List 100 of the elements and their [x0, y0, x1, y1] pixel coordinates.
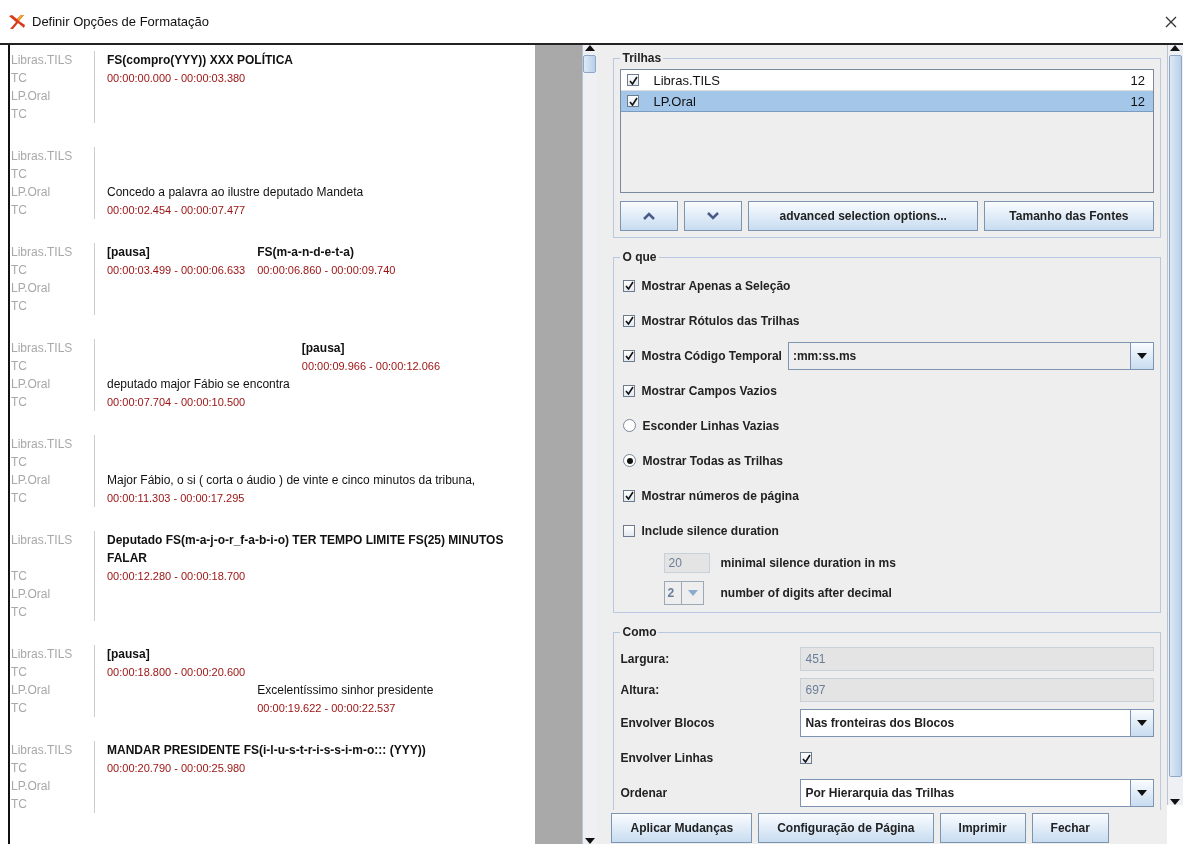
dialog-button[interactable]: Fechar — [1031, 813, 1109, 843]
tier-label: Libras.TILS — [10, 531, 95, 567]
setting-label: Largura: — [620, 651, 671, 666]
track-name: LP.Oral — [653, 93, 697, 109]
option-label: number of digits after decimal — [720, 586, 892, 600]
tier-label: LP.Oral — [10, 471, 95, 489]
annotation-text: FS(compro(YYY)) XXX POLÍTICA — [107, 51, 293, 69]
tier-label: TC — [10, 603, 95, 621]
annotation-text: MANDAR PRESIDENTE FS(i-l-u-s-t-r-i-s-s-i-m-o::: (YYY)) — [107, 742, 426, 759]
setting-label: Envolver Linhas — [620, 751, 715, 765]
tier-label: LP.Oral — [10, 279, 95, 297]
option-label: Mostrar Rótulos das Trilhas — [641, 313, 800, 328]
time-code: 00:00:20.790 - 00:00:25.980 — [107, 761, 247, 776]
tier-label: TC — [10, 759, 95, 777]
checkbox[interactable] — [800, 752, 813, 764]
dropdown[interactable]: Por Hierarquia das Trilhas — [800, 779, 1154, 807]
time-code: 00:00:18.800 - 00:00:20.600 — [107, 665, 246, 680]
time-code: 00:00:07.704 - 00:00:10.500 — [107, 395, 247, 410]
time-code: 00:00:00.000 - 00:00:03.380 — [107, 71, 247, 86]
time-code: 00:00:12.280 - 00:00:18.700 — [107, 569, 247, 584]
tier-label: TC — [10, 663, 95, 681]
section-title: O que — [621, 250, 658, 264]
scroll-down-icon — [1170, 799, 1181, 805]
scrollbar-thumb[interactable] — [1169, 55, 1182, 777]
tier-label: TC — [10, 69, 95, 87]
checkbox[interactable] — [623, 314, 636, 327]
scrollbar-thumb[interactable] — [583, 55, 597, 73]
tier-label: TC — [10, 567, 95, 585]
checkbox[interactable] — [623, 384, 636, 397]
tier-label: TC — [10, 261, 95, 279]
tier-label: Libras.TILS — [10, 339, 95, 357]
scrollbar[interactable] — [1167, 45, 1183, 805]
tier-label: LP.Oral — [10, 375, 95, 393]
option-label: Esconder Linhas Vazias — [642, 418, 780, 433]
move-up-button[interactable] — [620, 201, 679, 231]
font-size: 12 — [1130, 72, 1145, 88]
tier-label: Libras.TILS — [10, 435, 95, 453]
tier-label: Libras.TILS — [10, 243, 95, 261]
option-label: Mostrar Todas as Trilhas — [642, 453, 783, 468]
scroll-up-icon — [1170, 45, 1181, 51]
dropdown-arrow-icon — [1137, 720, 1147, 726]
time-format-dropdown[interactable]: :mm:ss.ms — [787, 341, 1154, 370]
chevron-up-icon — [643, 212, 656, 220]
dropdown-arrow-icon — [1137, 352, 1147, 359]
advanced-options-button[interactable]: advanced selection options... — [748, 201, 978, 231]
annotation-text: Excelentíssimo sinhor presidente — [257, 682, 434, 699]
tier-label: Libras.TILS — [10, 741, 95, 759]
track-row[interactable]: LP.Oral 12 — [621, 91, 1153, 112]
dialog-button[interactable]: Configuração de Página — [758, 813, 934, 843]
font-size-button[interactable]: Tamanho das Fontes — [983, 201, 1154, 231]
time-code: 00:00:09.966 - 00:00:12.066 — [301, 359, 441, 374]
move-down-button[interactable] — [684, 201, 743, 231]
radio-button[interactable] — [623, 454, 637, 467]
dropdown-arrow-icon — [688, 590, 698, 596]
tier-label: TC — [10, 795, 95, 813]
dropdown-arrow-icon — [1137, 790, 1147, 796]
annotation-text: [pausa] — [107, 244, 151, 261]
checkbox[interactable] — [627, 74, 640, 86]
annotation-text: [pausa] — [107, 646, 151, 663]
font-size: 12 — [1130, 93, 1145, 109]
annotation-text: FS(m-a-n-d-e-t-a) — [257, 244, 355, 261]
dialog-button[interactable]: Aplicar Mudanças — [611, 813, 753, 843]
dialog-button[interactable]: Imprimir — [939, 813, 1026, 843]
checkbox[interactable] — [623, 349, 636, 362]
tier-label: LP.Oral — [10, 585, 95, 603]
close-icon[interactable] — [1165, 15, 1177, 28]
checkbox[interactable] — [623, 279, 636, 292]
checkbox[interactable] — [623, 524, 636, 537]
track-row[interactable]: Libras.TILS 12 — [621, 70, 1153, 91]
tier-label: Libras.TILS — [10, 645, 95, 663]
annotation-text: Concedo a palavra ao ilustre deputado Mandeta — [107, 184, 364, 201]
checkbox[interactable] — [627, 95, 640, 107]
option-label: Mostrar Apenas a Seleção — [641, 278, 791, 293]
radio-button[interactable] — [623, 419, 637, 432]
tier-label: TC — [10, 453, 95, 471]
tier-label: TC — [10, 699, 95, 717]
tier-label: LP.Oral — [10, 183, 95, 201]
dropdown[interactable]: Nas fronteiras dos Blocos — [800, 709, 1154, 737]
tier-label: LP.Oral — [10, 777, 95, 795]
setting-label: Altura: — [620, 682, 661, 697]
setting-label: Envolver Blocos — [620, 716, 716, 730]
option-label: minimal silence duration in ms — [720, 556, 896, 570]
chevron-down-icon — [707, 212, 720, 220]
annotation-text: Deputado FS(m-a-j-o-r_f-a-b-i-o) TER TEMPO LIMITE FS(25) MINUTOS FALAR — [107, 532, 505, 567]
checkbox[interactable] — [623, 489, 636, 502]
scroll-down-icon — [585, 838, 595, 844]
time-code: 00:00:19.622 - 00:00:22.537 — [257, 701, 397, 716]
tier-label: TC — [10, 489, 95, 507]
tier-label: TC — [10, 201, 95, 219]
annotation-text: deputado major Fábio se encontra — [107, 376, 290, 393]
section-title: Trilhas — [621, 51, 663, 65]
option-label: Include silence duration — [641, 523, 779, 538]
annotation-text: [pausa] — [301, 340, 346, 357]
time-code: 00:00:06.860 - 00:00:09.740 — [257, 263, 396, 278]
tier-label: LP.Oral — [10, 87, 95, 105]
time-code: 00:00:02.454 - 00:00:07.477 — [107, 203, 247, 218]
option-label: Mostra Código Temporal — [641, 348, 782, 363]
scroll-up-icon — [585, 45, 595, 51]
option-label: Mostrar Campos Vazios — [641, 383, 777, 398]
tier-label: Libras.TILS — [10, 51, 95, 69]
